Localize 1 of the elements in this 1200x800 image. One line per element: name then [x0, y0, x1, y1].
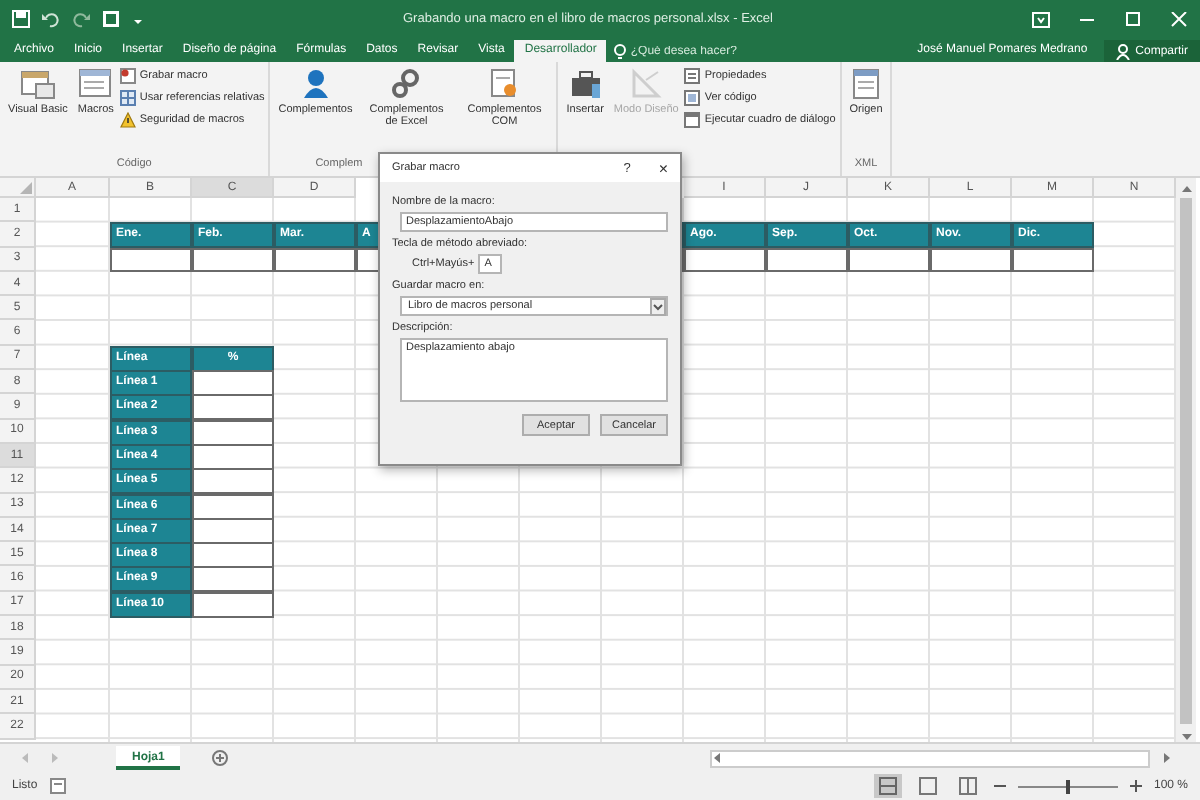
close-button[interactable]: ×	[658, 159, 668, 177]
